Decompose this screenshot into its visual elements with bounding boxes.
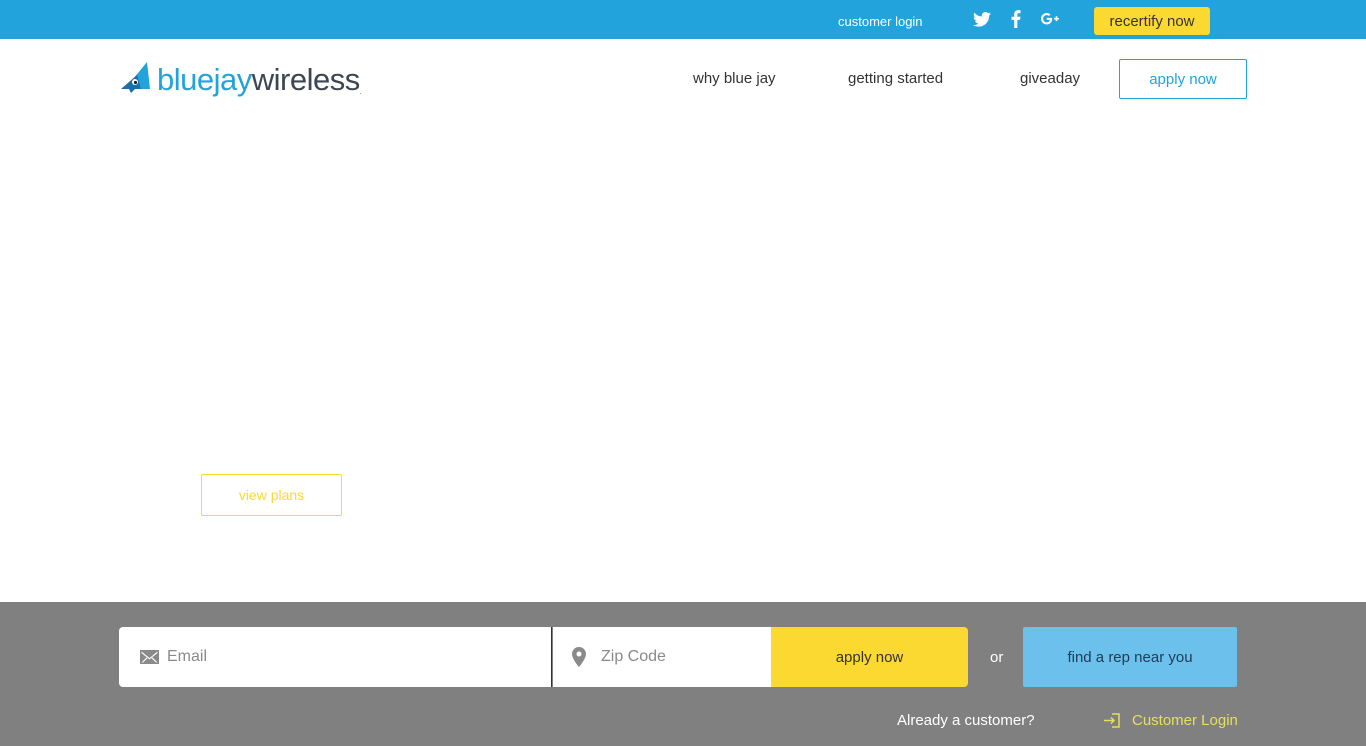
nav-why-blue-jay[interactable]: why blue jay: [693, 70, 776, 87]
nav-getting-started[interactable]: getting started: [848, 70, 943, 87]
envelope-icon: [139, 647, 159, 667]
nav-giveaday[interactable]: giveaday: [1020, 70, 1080, 87]
footer-customer-login-link[interactable]: Customer Login: [1104, 712, 1238, 729]
top-customer-login-link[interactable]: customer login: [838, 14, 923, 29]
bluejay-bird-icon: [121, 62, 150, 93]
nav-apply-now-button[interactable]: apply now: [1119, 59, 1247, 99]
signup-bar: apply now or find a rep near you Already…: [0, 602, 1366, 746]
signup-apply-now-button[interactable]: apply now: [771, 627, 968, 687]
find-rep-button[interactable]: find a rep near you: [1023, 627, 1237, 687]
top-bar: customer login recertify now: [0, 0, 1366, 39]
email-field-container: [119, 627, 552, 687]
google-plus-icon[interactable]: [1040, 9, 1060, 29]
zip-field-container: [553, 627, 771, 687]
bluejay-logo[interactable]: bluejaywireless .: [121, 62, 362, 96]
customer-login-label: Customer Login: [1132, 712, 1238, 729]
logo-text-bluejay: bluejay: [157, 61, 252, 97]
email-input[interactable]: [167, 627, 537, 687]
already-customer-text: Already a customer?: [897, 712, 1035, 729]
facebook-icon[interactable]: [1006, 9, 1026, 29]
logo-trademark: .: [359, 89, 362, 96]
site-header: bluejaywireless . why blue jay getting s…: [0, 39, 1366, 119]
or-separator: or: [990, 649, 1004, 666]
zip-code-input[interactable]: [601, 627, 761, 687]
logo-text-wireless: wireless: [251, 61, 360, 97]
login-icon: [1104, 713, 1120, 728]
map-pin-icon: [569, 647, 589, 667]
recertify-now-button[interactable]: recertify now: [1094, 7, 1210, 35]
view-plans-button[interactable]: view plans: [201, 474, 342, 516]
twitter-icon[interactable]: [972, 9, 992, 29]
